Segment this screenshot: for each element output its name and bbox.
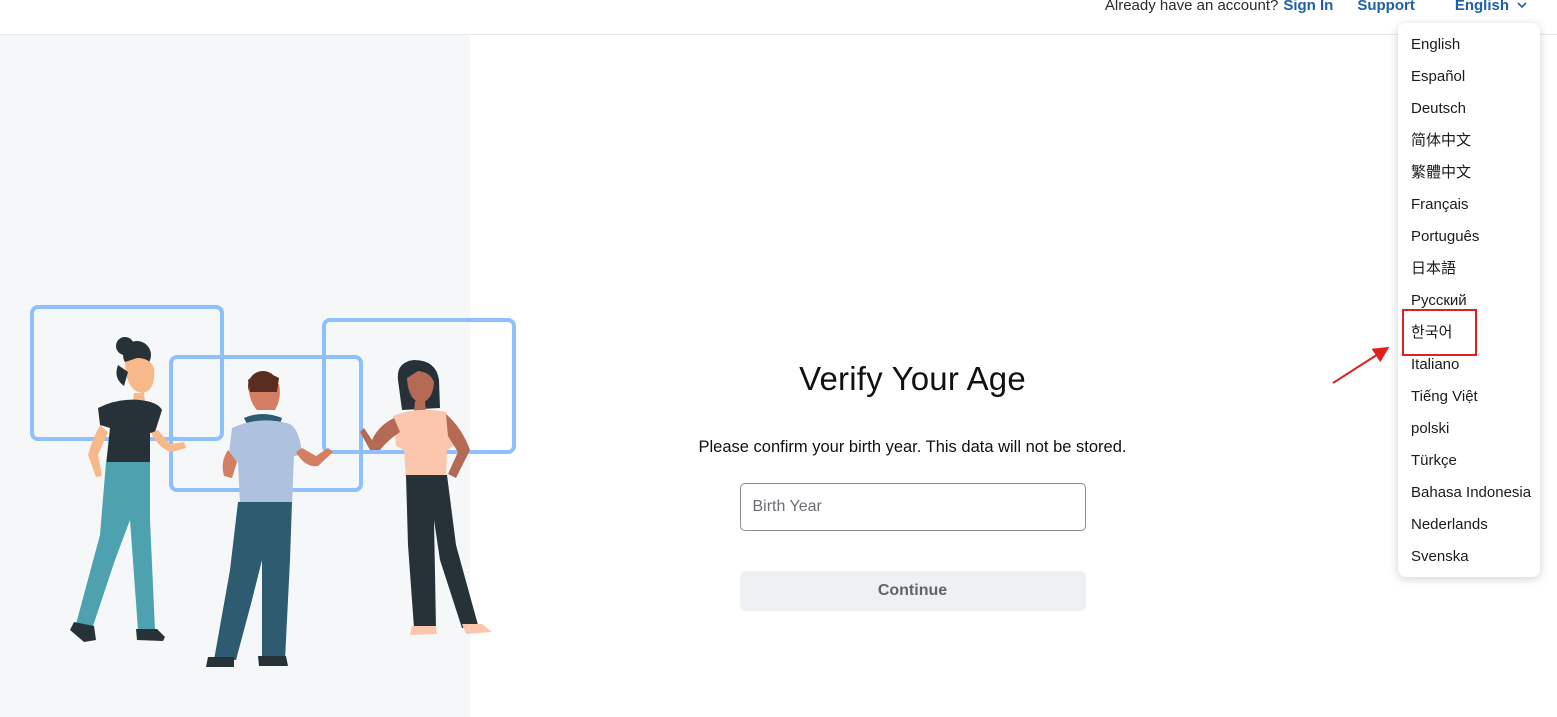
language-option-espanol[interactable]: Español [1398,61,1540,93]
language-option-polski[interactable]: polski [1398,413,1540,445]
already-have-account-text: Already have an account? [1104,0,1279,14]
language-option-english[interactable]: English [1398,29,1540,61]
sign-in-link[interactable]: Sign In [1283,0,1333,14]
language-option-francais[interactable]: Français [1398,189,1540,221]
language-selector[interactable]: English [1455,0,1527,14]
header-nav: Already have an account? Sign In Support… [1105,0,1527,15]
annotation-highlight-box [1402,309,1477,356]
language-dropdown: English Español Deutsch 简体中文 繁體中文 França… [1398,23,1540,577]
language-option-simplified-chinese[interactable]: 简体中文 [1398,125,1540,157]
people-illustration [30,305,516,667]
top-bar: Already have an account? Sign In Support… [0,0,1557,35]
verify-age-form: Verify Your Age Please confirm your birt… [600,360,1225,611]
page-subtitle: Please confirm your birth year. This dat… [698,438,1127,456]
continue-button[interactable]: Continue [739,571,1086,611]
birth-year-input[interactable] [739,483,1086,531]
chevron-down-icon [1517,2,1527,9]
language-option-japanese[interactable]: 日本語 [1398,253,1540,285]
language-option-traditional-chinese[interactable]: 繁體中文 [1398,157,1540,189]
illustration-panel [0,35,516,717]
language-option-bahasa-indonesia[interactable]: Bahasa Indonesia [1398,477,1540,509]
language-selector-label: English [1454,0,1509,14]
language-option-deutsch[interactable]: Deutsch [1398,93,1540,125]
support-link[interactable]: Support [1357,0,1415,14]
language-option-vietnamese[interactable]: Tiếng Việt [1398,381,1540,413]
language-option-svenska[interactable]: Svenska [1398,541,1540,573]
language-option-nederlands[interactable]: Nederlands [1398,509,1540,541]
language-option-turkce[interactable]: Türkçe [1398,445,1540,477]
language-option-portugues[interactable]: Português [1398,221,1540,253]
page-title: Verify Your Age [799,360,1026,397]
